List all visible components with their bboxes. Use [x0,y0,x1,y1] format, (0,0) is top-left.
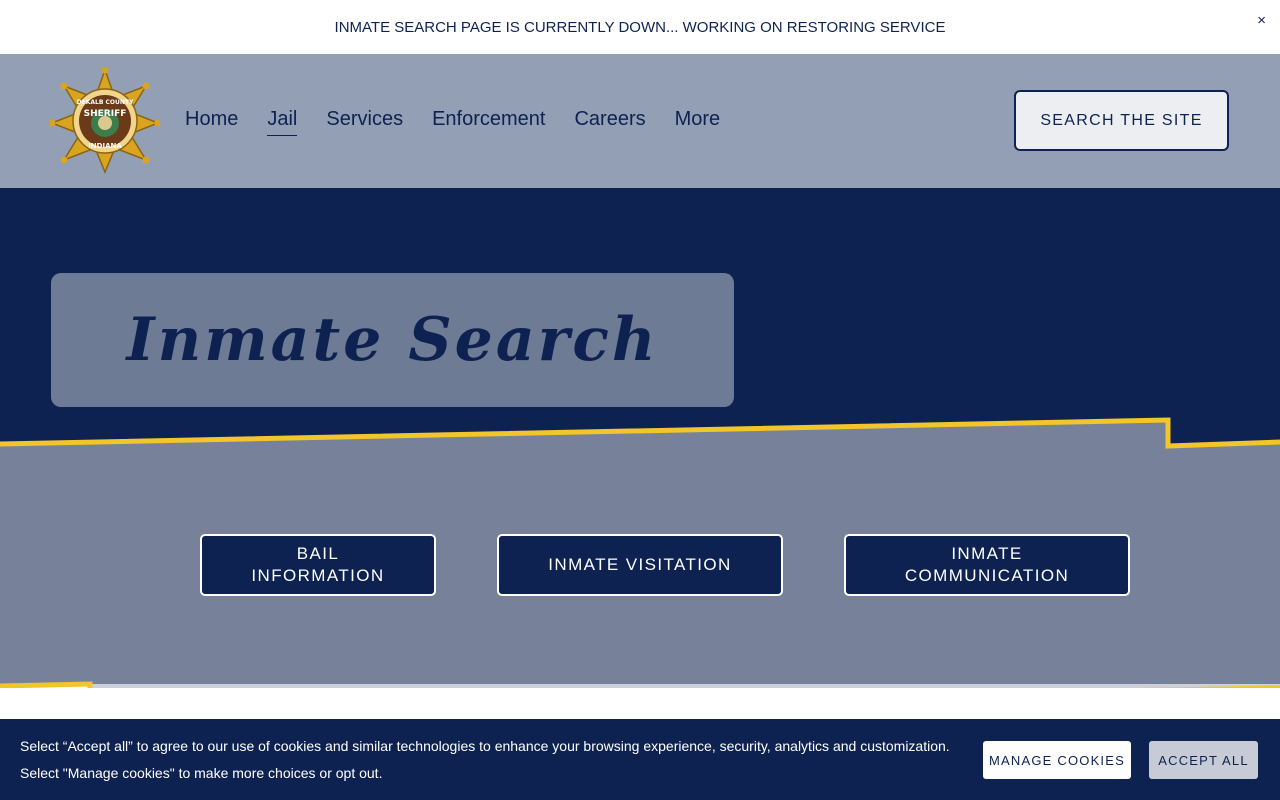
accept-all-button[interactable]: ACCEPT ALL [1149,741,1258,779]
nav-enforcement[interactable]: Enforcement [432,108,545,136]
page-title-card: Inmate Search [51,273,734,407]
manage-cookies-button[interactable]: MANAGE COOKIES [983,741,1131,779]
sheriff-badge-logo[interactable]: DEKALB COUNTY SHERIFF INDIANA [50,68,160,174]
cookie-message: Select “Accept all” to agree to our use … [20,738,950,781]
svg-text:SHERIFF: SHERIFF [84,109,127,119]
inmate-communication-button[interactable]: INMATE COMMUNICATION [844,534,1130,596]
bail-information-button[interactable]: BAIL INFORMATION [200,534,436,596]
announcement-bar: INMATE SEARCH PAGE IS CURRENTLY DOWN... … [0,0,1280,54]
nav-jail[interactable]: Jail [267,108,298,136]
bail-information-label: BAIL INFORMATION [251,544,385,585]
nav-home[interactable]: Home [185,108,238,136]
svg-text:DEKALB COUNTY: DEKALB COUNTY [77,99,134,106]
hero-section: Inmate Search BAIL INFORMATION INMATE VI… [0,188,1280,688]
site-header: DEKALB COUNTY SHERIFF INDIANA Home Jail … [0,54,1280,188]
nav-more[interactable]: More [675,108,721,136]
main-nav: Home Jail Services Enforcement Careers M… [185,108,749,136]
close-icon[interactable]: × [1257,12,1266,29]
cookie-banner: Select “Accept all” to agree to our use … [0,719,1280,800]
search-site-button[interactable]: SEARCH THE SITE [1014,90,1229,151]
nav-services[interactable]: Services [326,108,403,136]
announcement-text: INMATE SEARCH PAGE IS CURRENTLY DOWN... … [334,18,946,36]
hero-background [0,188,1280,688]
inmate-visitation-button[interactable]: INMATE VISITATION [497,534,783,596]
nav-careers[interactable]: Careers [574,108,645,136]
inmate-communication-label: INMATE COMMUNICATION [904,544,1070,585]
svg-text:INDIANA: INDIANA [88,142,122,150]
page-title: Inmate Search [126,305,659,375]
